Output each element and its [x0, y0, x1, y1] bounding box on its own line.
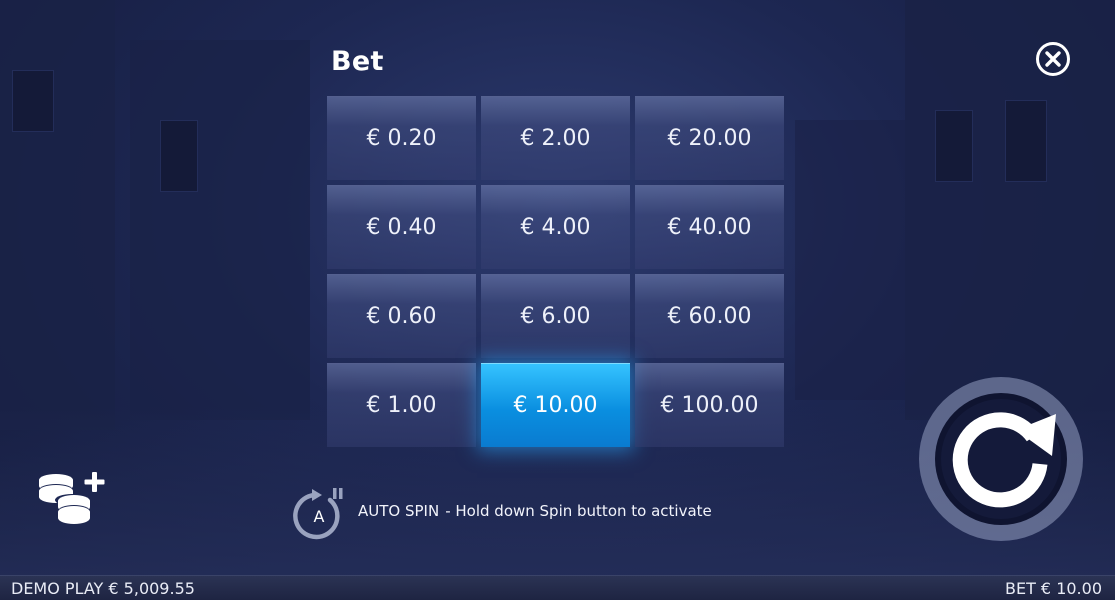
background-window: [160, 120, 198, 192]
spin-arrow-icon[interactable]: [916, 374, 1086, 544]
close-icon[interactable]: [1035, 41, 1071, 77]
bet-option[interactable]: € 100.00: [635, 363, 784, 447]
background-window: [935, 110, 973, 182]
background-building-right: [905, 0, 1115, 420]
bet-option[interactable]: € 2.00: [481, 96, 630, 180]
background-building-left: [0, 0, 115, 430]
autospin-label: AUTO SPIN: [358, 502, 440, 520]
balance-readout: DEMO PLAY € 5,009.55: [11, 579, 195, 598]
background-building-left-2: [130, 40, 310, 420]
bet-option-selected[interactable]: € 10.00: [481, 363, 630, 447]
background-building-right-2: [795, 120, 905, 400]
bottom-status-bar: DEMO PLAY € 5,009.55 BET € 10.00: [0, 575, 1115, 600]
bet-option[interactable]: € 6.00: [481, 274, 630, 358]
bet-option[interactable]: € 0.60: [327, 274, 476, 358]
bet-readout: BET € 10.00: [1004, 579, 1102, 598]
bet-option[interactable]: € 40.00: [635, 185, 784, 269]
bet-option[interactable]: € 4.00: [481, 185, 630, 269]
bet-option[interactable]: € 60.00: [635, 274, 784, 358]
bet-option[interactable]: € 1.00: [327, 363, 476, 447]
background-window: [12, 70, 54, 132]
autospin-letter: A: [314, 507, 325, 526]
bet-option[interactable]: € 20.00: [635, 96, 784, 180]
background-window: [1005, 100, 1047, 182]
coin-stack-plus-icon[interactable]: [36, 470, 110, 530]
autospin-hint-text: - Hold down Spin button to activate: [445, 502, 712, 520]
bet-option[interactable]: € 0.20: [327, 96, 476, 180]
bet-panel-title: Bet: [331, 46, 384, 77]
bet-option[interactable]: € 0.40: [327, 185, 476, 269]
autospin-hint: AUTO SPIN - Hold down Spin button to acti…: [358, 502, 712, 520]
bet-options-grid: € 0.20 € 2.00 € 20.00 € 0.40 € 4.00 € 40…: [327, 96, 785, 448]
autospin-icon: A: [293, 488, 343, 540]
